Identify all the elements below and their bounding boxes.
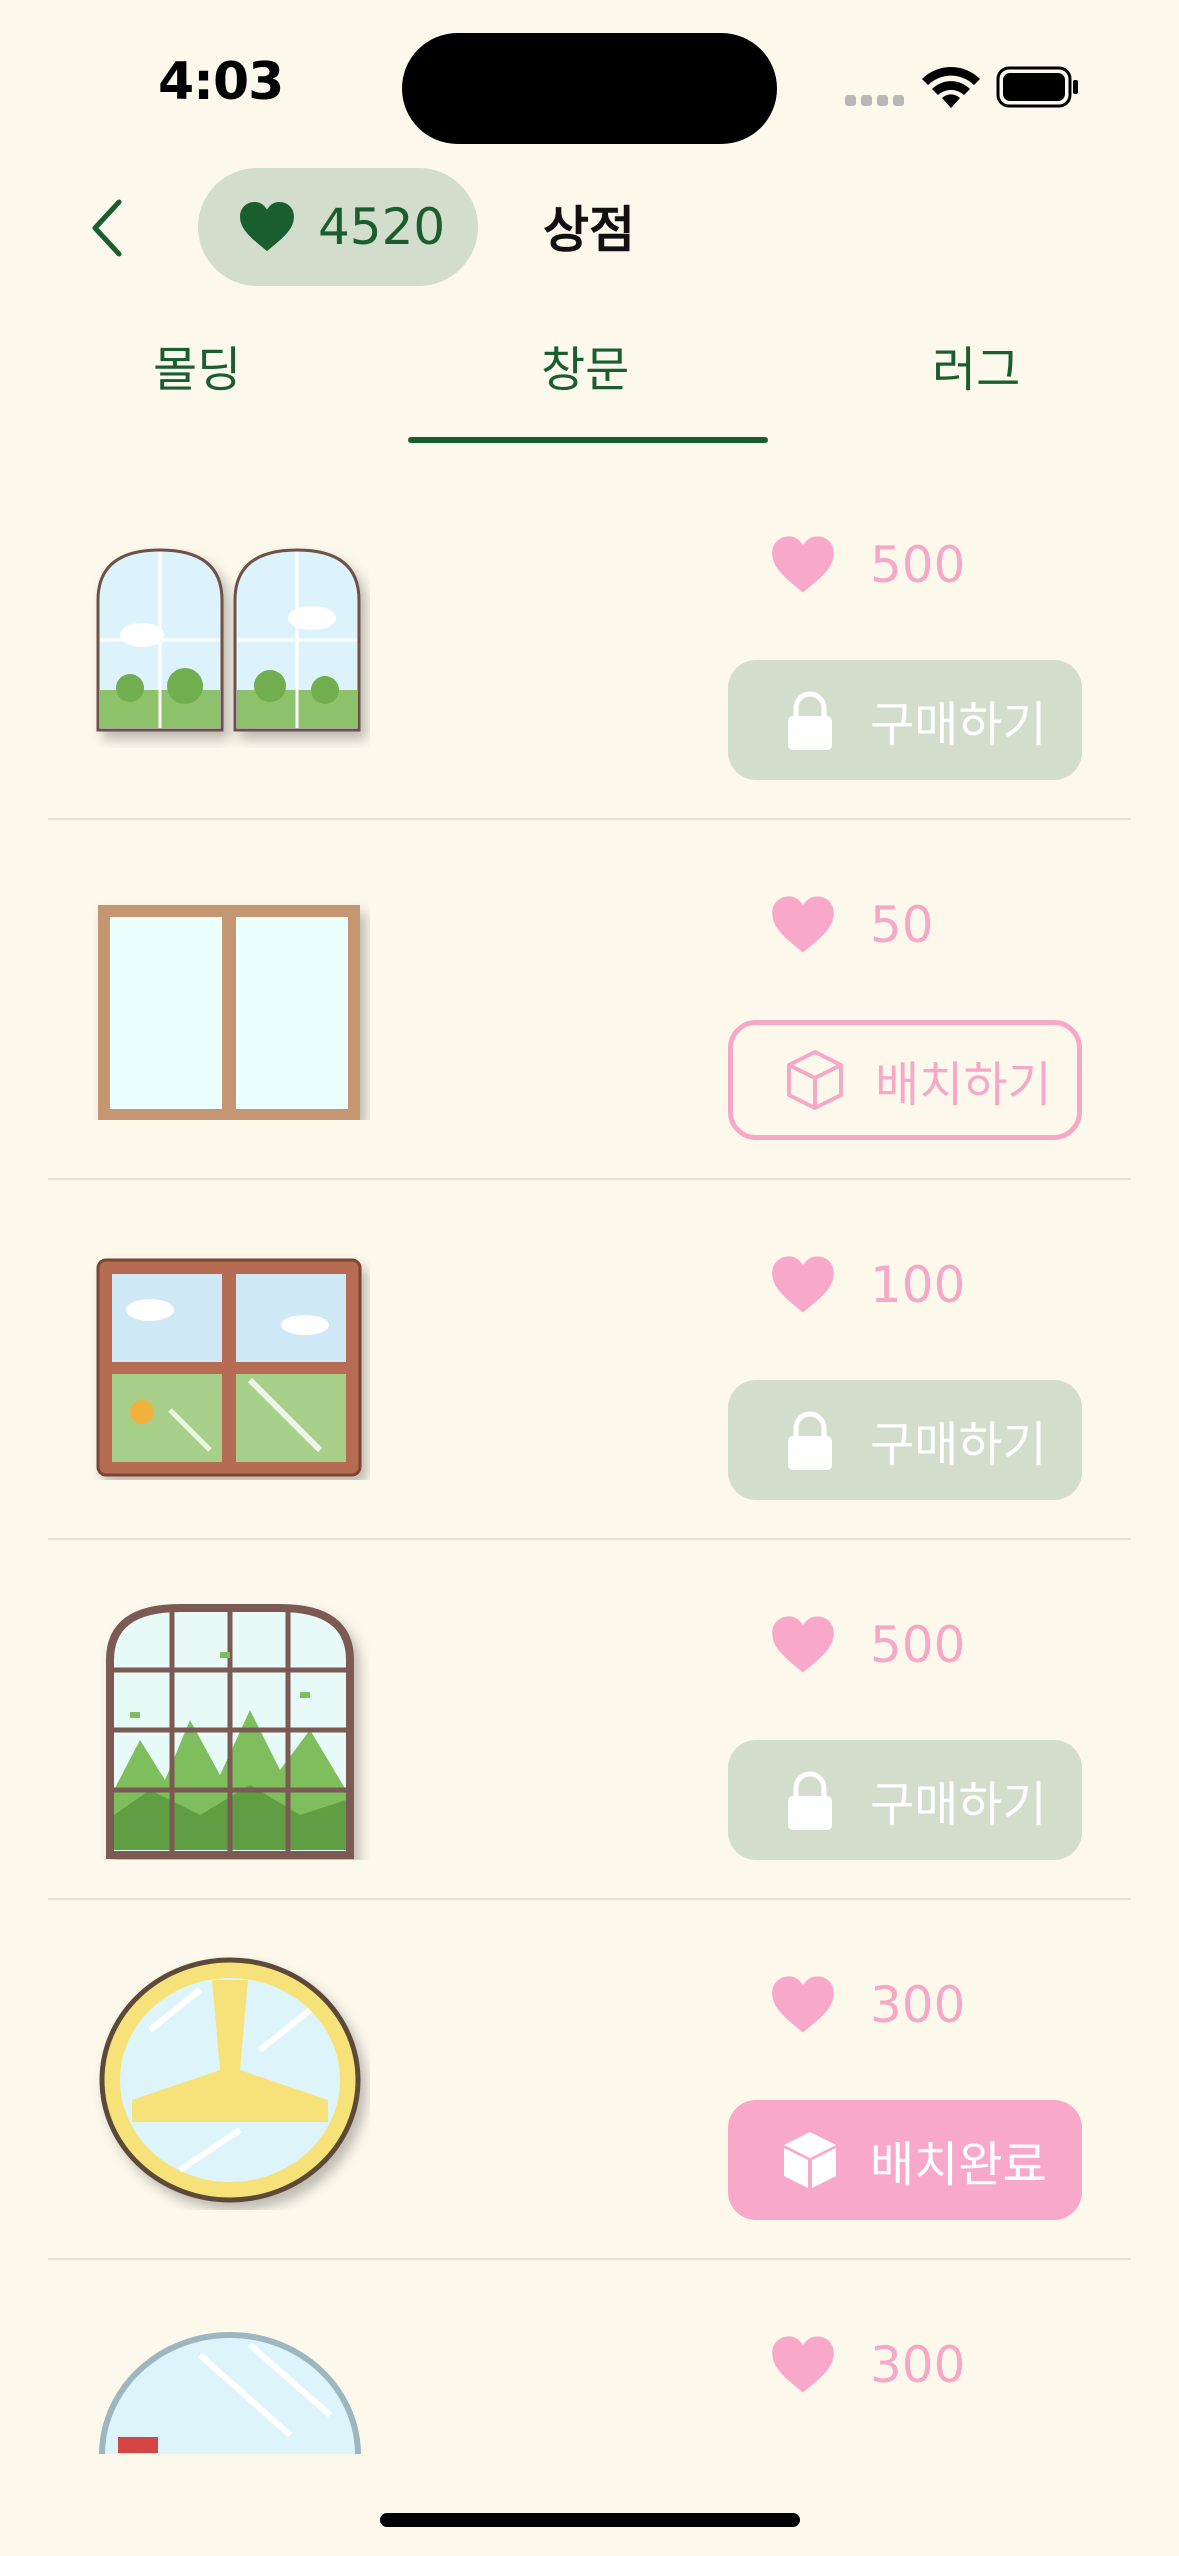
list-item: 50 배치하기	[0, 820, 1179, 1180]
item-list[interactable]: 500 구매하기 50 배치하기 100 구매하기 500 구매하기 300 배…	[0, 460, 1179, 2454]
item-price: 300	[770, 2335, 965, 2395]
item-price: 100	[770, 1255, 965, 1315]
cellular-signal-icon	[845, 95, 905, 107]
heart-icon	[772, 2336, 834, 2393]
four-pane-window-image	[96, 1258, 362, 1477]
tab-molding[interactable]: 몰딩	[153, 330, 241, 400]
list-item: 300	[0, 2260, 1179, 2454]
price-value: 500	[870, 536, 966, 594]
buy-button-label: 구매하기	[870, 1777, 1047, 1833]
arched-grid-forest-window-image	[106, 1604, 354, 1859]
plain-wooden-window-image	[98, 905, 360, 1120]
heart-balance-pill: 4520	[198, 168, 478, 286]
list-item: 500 구매하기	[0, 1540, 1179, 1900]
lock-icon	[788, 691, 832, 750]
page-title: 상점	[543, 201, 635, 259]
item-price: 300	[770, 1975, 965, 2035]
buy-button[interactable]: 구매하기	[728, 1740, 1082, 1860]
buy-button[interactable]: 구매하기	[728, 660, 1082, 780]
round-yellow-window-image	[99, 1957, 361, 2203]
price-value: 300	[870, 1976, 966, 2034]
lock-icon	[788, 1771, 832, 1830]
home-indicator[interactable]	[380, 2513, 800, 2527]
price-value: 500	[870, 1616, 966, 1674]
heart-count: 4520	[318, 198, 446, 256]
price-value: 50	[870, 896, 934, 954]
chevron-left-icon	[92, 199, 122, 257]
dynamic-island	[402, 33, 777, 144]
buy-button-label: 구매하기	[870, 1417, 1047, 1473]
list-item: 300 배치완료	[0, 1900, 1179, 2260]
heart-icon	[772, 896, 834, 953]
list-item: 500 구매하기	[0, 460, 1179, 820]
buy-button[interactable]: 구매하기	[728, 1380, 1082, 1500]
tab-window[interactable]: 창문	[541, 330, 629, 400]
price-value: 300	[870, 2336, 966, 2394]
battery-icon	[996, 66, 1078, 108]
status-bar: 4:03	[0, 0, 1179, 160]
header: 4520 상점	[0, 160, 1179, 290]
round-blue-window-image	[99, 2332, 361, 2454]
category-tabs: 몰딩 창문 러그	[0, 300, 1179, 445]
place-button[interactable]: 배치하기	[728, 1020, 1082, 1140]
placed-button-label: 배치완료	[870, 2137, 1047, 2193]
back-button[interactable]	[72, 188, 142, 268]
heart-icon	[772, 1616, 834, 1673]
heart-icon	[772, 1976, 834, 2033]
price-value: 100	[870, 1256, 966, 1314]
place-button-label: 배치하기	[875, 1057, 1052, 1113]
double-arch-window-image	[96, 548, 361, 732]
list-item: 100 구매하기	[0, 1180, 1179, 1540]
heart-icon	[772, 1256, 834, 1313]
tab-selected-indicator	[408, 437, 768, 443]
placed-button[interactable]: 배치완료	[728, 2100, 1082, 2220]
item-price: 500	[770, 1615, 965, 1675]
buy-button-label: 구매하기	[870, 697, 1047, 753]
item-price: 50	[770, 895, 934, 955]
item-price: 500	[770, 535, 965, 595]
lock-icon	[788, 1411, 832, 1470]
cube-icon	[784, 2132, 836, 2188]
wifi-icon	[922, 66, 980, 108]
tab-rug[interactable]: 러그	[932, 330, 1020, 400]
heart-icon	[240, 201, 294, 252]
status-time: 4:03	[158, 52, 284, 112]
cube-icon	[787, 1050, 843, 1110]
heart-icon	[772, 536, 834, 593]
